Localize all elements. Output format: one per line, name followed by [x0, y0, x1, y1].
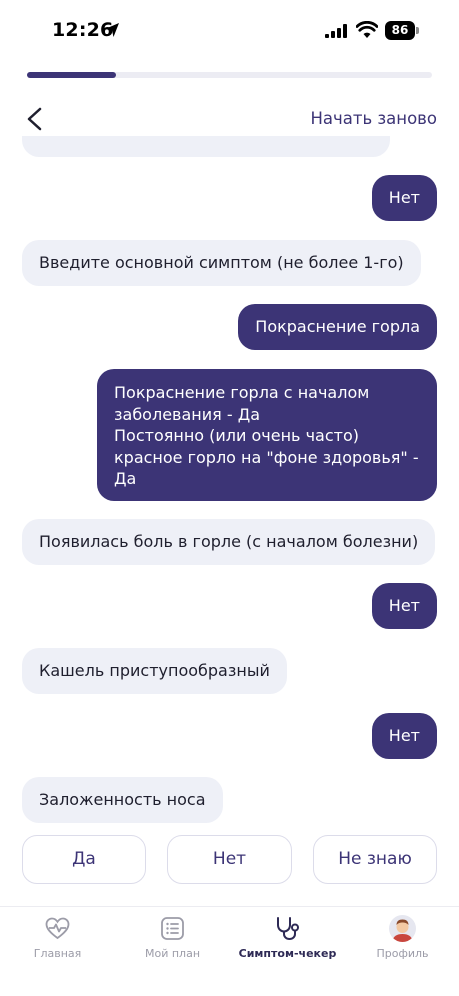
bot-message: Кашель приступообразный	[22, 648, 287, 694]
progress-bar	[27, 72, 432, 78]
tab-label: Мой план	[144, 947, 201, 960]
restart-button[interactable]: Начать заново	[310, 109, 437, 128]
user-message: Покраснение горла с началом заболевания …	[97, 369, 437, 501]
answer-options: Да Нет Не знаю	[22, 835, 437, 885]
user-message: Нет	[371, 583, 437, 629]
bot-message: Введите основной симптом (не более 1-го)	[22, 240, 421, 286]
battery-nub	[416, 27, 419, 34]
battery-icon: 86	[385, 21, 419, 40]
progress-bar-fill	[27, 72, 117, 78]
tab-label: Главная	[33, 947, 82, 960]
avatar	[389, 915, 416, 942]
answer-no-button[interactable]: Нет	[167, 835, 292, 884]
chat-area[interactable]: Нет Введите основной симптом (не более 1…	[0, 136, 459, 826]
stethoscope-icon	[277, 917, 299, 941]
bot-message: Заложенность носа	[22, 777, 223, 823]
tab-home[interactable]: Главная	[0, 907, 115, 979]
back-button[interactable]	[20, 104, 50, 134]
partial-bot-message	[22, 136, 390, 157]
answer-dont-know-button[interactable]: Не знаю	[313, 835, 437, 884]
battery-level: 86	[385, 21, 415, 40]
tab-bar: Главная Мой план Симптом-чекер Профиль	[0, 906, 459, 996]
heart-pulse-icon	[45, 917, 70, 940]
tab-my-plan[interactable]: Мой план	[115, 907, 230, 979]
tab-symptom-checker[interactable]: Симптом-чекер	[230, 907, 345, 979]
location-arrow-icon	[105, 23, 119, 37]
status-bar: 12:26 86	[0, 0, 459, 62]
answer-yes-button[interactable]: Да	[22, 835, 146, 884]
avatar-icon	[392, 919, 413, 942]
tab-profile[interactable]: Профиль	[345, 907, 459, 979]
list-icon	[161, 917, 184, 940]
tab-label: Симптом-чекер	[238, 947, 337, 960]
tab-label: Профиль	[376, 947, 429, 960]
user-message: Нет	[371, 713, 437, 759]
user-message: Покраснение горла	[238, 304, 437, 350]
wifi-icon	[356, 21, 378, 38]
cellular-signal-icon	[325, 24, 347, 38]
bot-message: Появилась боль в горле (с началом болезн…	[22, 519, 436, 565]
user-message: Нет	[371, 175, 437, 221]
